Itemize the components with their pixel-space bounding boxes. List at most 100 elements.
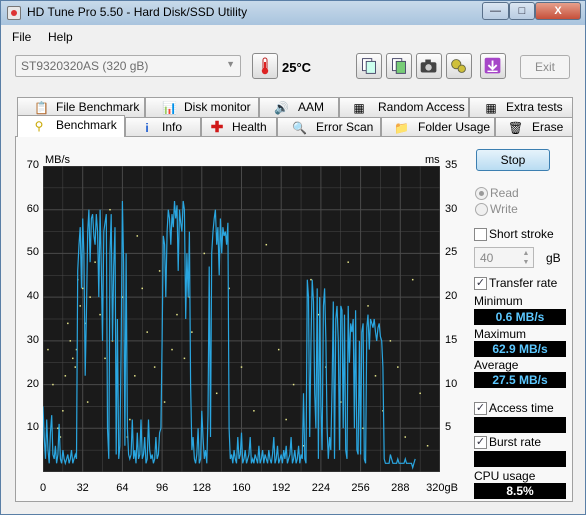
access-time-point	[397, 366, 399, 368]
access-time-point	[277, 348, 280, 351]
tab-info[interactable]: i Info	[125, 117, 201, 137]
screenshot-button[interactable]	[416, 53, 442, 79]
access-time-point	[79, 305, 81, 307]
spin-down-icon[interactable]: ▼	[520, 258, 532, 267]
tab-label: Error Scan	[316, 120, 374, 134]
x-tick-label: 192	[272, 482, 291, 494]
x-tick-label: 288	[391, 482, 410, 494]
access-time-point	[67, 322, 69, 325]
access-time-point	[389, 340, 392, 342]
tab-erase[interactable]: 🗑 Erase	[495, 117, 573, 137]
spin-up-icon[interactable]: ▲	[520, 249, 532, 258]
menu-file[interactable]: File	[12, 30, 31, 44]
tab-error-scan[interactable]: 🔍 Error Scan	[277, 117, 381, 137]
access-time-point	[64, 375, 67, 377]
drive-select[interactable]: ST9320320AS (320 gB) ▼	[15, 55, 241, 77]
extra-tests-icon: ▦	[485, 101, 497, 115]
menu-help[interactable]: Help	[48, 30, 73, 44]
access-time-point	[134, 375, 136, 377]
save-button[interactable]	[480, 53, 506, 79]
maximum-label: Maximum	[474, 327, 527, 341]
access-time-point	[285, 418, 287, 421]
y2-tick-label: 10	[445, 377, 458, 390]
access-time-label: Access time	[489, 401, 554, 415]
access-time-point	[89, 296, 91, 298]
tab-label: Random Access	[378, 100, 465, 114]
chevron-down-icon: ▼	[226, 59, 235, 69]
options-button[interactable]	[446, 53, 472, 79]
title-bar[interactable]: HD Tune Pro 5.50 - Hard Disk/SSD Utility…	[1, 1, 585, 25]
close-button[interactable]: X	[535, 2, 581, 20]
access-time-point	[72, 357, 74, 360]
error-scan-icon: 🔍	[292, 121, 307, 135]
access-time-point	[203, 252, 206, 255]
access-time-point	[62, 410, 64, 412]
disk-monitor-icon: 📊	[162, 101, 177, 115]
short-stroke-value: 40	[480, 251, 494, 265]
access-time-point	[374, 375, 377, 377]
tab-extra-tests[interactable]: ▦ Extra tests	[469, 97, 573, 117]
copy-all-button[interactable]	[386, 53, 412, 79]
short-stroke-checkbox[interactable]	[474, 228, 487, 241]
exit-button[interactable]: Exit	[520, 55, 570, 79]
tab-disk-monitor[interactable]: 📊 Disk monitor	[145, 97, 259, 117]
access-time-point	[99, 313, 101, 316]
average-label: Average	[474, 358, 519, 372]
y-tick-label: 70	[26, 159, 39, 171]
tab-label: Health	[232, 120, 267, 134]
window-title: HD Tune Pro 5.50 - Hard Disk/SSD Utility	[27, 5, 248, 19]
tab-folder-usage[interactable]: 📁 Folder Usage	[381, 117, 495, 137]
tab-health[interactable]: ✚ Health	[201, 117, 277, 137]
transfer-rate-line	[43, 200, 416, 470]
tab-aam[interactable]: 🔊 AAM	[259, 97, 339, 117]
x-tick-label: 256	[351, 482, 370, 494]
transfer-rate-checkbox[interactable]: ✓	[474, 277, 487, 290]
access-time-point	[310, 278, 312, 281]
access-time-point	[104, 357, 106, 360]
camera-icon	[420, 59, 437, 73]
y-tick-label: 10	[26, 421, 39, 434]
tab-file-benchmark[interactable]: 📋 File Benchmark	[17, 97, 145, 117]
y2-tick-label: 15	[445, 333, 458, 346]
access-time-point	[426, 445, 429, 447]
copy-all-icon	[392, 58, 406, 74]
options-icon	[451, 59, 466, 73]
access-time-point	[240, 366, 243, 368]
erase-icon: 🗑	[508, 121, 524, 135]
drive-select-value: ST9320320AS (320 gB)	[21, 59, 149, 73]
x-tick-label: 32	[76, 482, 89, 494]
tab-label: Info	[162, 120, 183, 134]
access-time-point	[109, 208, 111, 211]
tab-random-access[interactable]: ▦ Random Access	[339, 97, 469, 117]
y-axis-right-label: ms	[425, 154, 440, 166]
x-tick-label: 128	[192, 482, 211, 494]
access-time-checkbox[interactable]: ✓	[474, 402, 487, 415]
temperature-button[interactable]	[252, 53, 278, 79]
short-stroke-input[interactable]: 40 ▲ ▼	[474, 247, 534, 268]
tab-label: Extra tests	[506, 100, 563, 114]
access-time-point	[129, 418, 131, 421]
speaker-icon: 🔊	[274, 101, 289, 115]
minimum-label: Minimum	[474, 294, 523, 308]
minimize-button[interactable]: —	[482, 2, 509, 20]
access-time-point	[171, 348, 173, 351]
stop-button[interactable]: Stop	[476, 149, 550, 171]
tab-benchmark[interactable]: ⚲ Benchmark	[17, 115, 125, 137]
access-time-point	[419, 392, 421, 395]
x-tick-label: 224	[311, 482, 331, 494]
app-icon	[7, 6, 21, 20]
y-tick-label: 30	[26, 333, 39, 346]
read-radio[interactable]	[475, 187, 488, 200]
burst-rate-checkbox[interactable]: ✓	[474, 436, 487, 449]
access-time-point	[153, 366, 156, 368]
maximize-button[interactable]: □	[509, 2, 535, 20]
health-icon: ✚	[210, 119, 224, 136]
cpu-usage-label: CPU usage	[474, 469, 536, 483]
access-time-point	[411, 278, 414, 281]
write-radio[interactable]	[475, 203, 488, 216]
copy-info-button[interactable]	[356, 53, 382, 79]
tab-label: Benchmark	[56, 118, 117, 132]
y-tick-label: 40	[26, 290, 39, 303]
y2-tick-label: 30	[445, 202, 458, 215]
short-stroke-unit: gB	[546, 251, 561, 265]
